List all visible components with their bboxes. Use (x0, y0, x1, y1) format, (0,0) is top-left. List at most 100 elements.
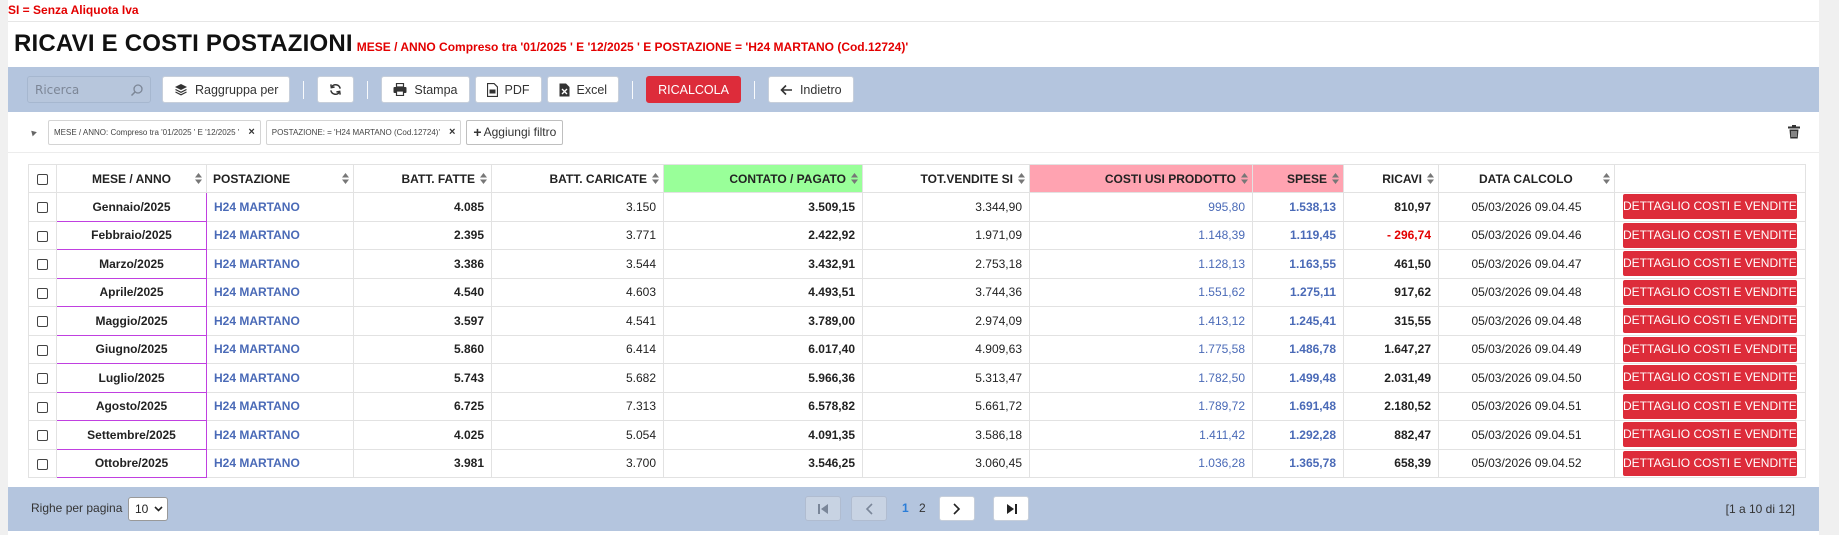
detail-button[interactable]: DETTAGLIO COSTI E VENDITE (1623, 194, 1797, 220)
search-icon[interactable] (130, 83, 144, 97)
search-box[interactable] (27, 76, 151, 103)
sort-icon[interactable] (195, 173, 202, 184)
cell-spese[interactable]: 1.365,78 (1252, 448, 1344, 478)
row-select-cell[interactable] (28, 420, 57, 450)
cell-postazione[interactable]: H24 MARTANO (206, 220, 354, 250)
cell-postazione[interactable]: H24 MARTANO (206, 363, 354, 393)
cell-costi[interactable]: 1.128,13 (1029, 249, 1253, 279)
row-checkbox[interactable] (37, 202, 48, 214)
header-batt-fatte[interactable]: BATT. FATTE (353, 164, 492, 193)
row-select-cell[interactable] (28, 448, 57, 478)
select-all-checkbox[interactable] (37, 173, 48, 185)
cell-costi[interactable]: 1.036,28 (1029, 448, 1253, 478)
row-checkbox[interactable] (37, 373, 48, 385)
cell-postazione[interactable]: H24 MARTANO (206, 306, 354, 336)
row-checkbox[interactable] (37, 316, 48, 328)
cell-postazione[interactable]: H24 MARTANO (206, 391, 354, 421)
header-contato[interactable]: CONTATO / PAGATO (663, 164, 863, 193)
sort-icon[interactable] (1603, 173, 1610, 184)
excel-button[interactable]: Excel (546, 76, 620, 103)
cell-costi[interactable]: 1.789,72 (1029, 391, 1253, 421)
cell-spese[interactable]: 1.275,11 (1252, 277, 1344, 307)
sort-icon[interactable] (1332, 173, 1339, 184)
row-select-cell[interactable] (28, 391, 57, 421)
detail-button[interactable]: DETTAGLIO COSTI E VENDITE (1623, 222, 1797, 248)
rows-per-page-select[interactable]: 10 (128, 497, 168, 521)
row-checkbox[interactable] (37, 344, 48, 356)
detail-button[interactable]: DETTAGLIO COSTI E VENDITE (1623, 393, 1797, 419)
cell-spese[interactable]: 1.499,48 (1252, 363, 1344, 393)
back-button[interactable]: Indietro (767, 76, 854, 103)
cell-spese[interactable]: 1.538,13 (1252, 192, 1344, 222)
cell-postazione[interactable]: H24 MARTANO (206, 334, 354, 364)
detail-button[interactable]: DETTAGLIO COSTI E VENDITE (1623, 308, 1797, 334)
row-select-cell[interactable] (28, 334, 57, 364)
last-page-button[interactable] (993, 496, 1029, 521)
row-checkbox[interactable] (37, 458, 48, 470)
sort-icon[interactable] (652, 173, 659, 184)
header-spese[interactable]: SPESE (1252, 164, 1344, 193)
header-costi[interactable]: COSTI USI PRODOTTO (1029, 164, 1253, 193)
row-checkbox[interactable] (37, 430, 48, 442)
detail-button[interactable]: DETTAGLIO COSTI E VENDITE (1623, 336, 1797, 362)
close-icon[interactable]: × (449, 126, 455, 138)
row-checkbox[interactable] (37, 259, 48, 271)
header-mese[interactable]: MESE / ANNO (56, 164, 207, 193)
row-checkbox[interactable] (37, 287, 48, 299)
detail-button[interactable]: DETTAGLIO COSTI E VENDITE (1623, 450, 1797, 476)
table-row[interactable]: Febbraio/2025 H24 MARTANO 2.395 3.771 2.422,… (28, 220, 1806, 250)
cell-costi[interactable]: 1.782,50 (1029, 363, 1253, 393)
table-row[interactable]: Giugno/2025 H24 MARTANO 5.860 6.414 6.017,40… (28, 334, 1806, 364)
table-row[interactable]: Gennaio/2025 H24 MARTANO 4.085 3.150 3.509,1… (28, 192, 1806, 222)
detail-button[interactable]: DETTAGLIO COSTI E VENDITE (1623, 251, 1797, 277)
row-checkbox[interactable] (37, 230, 48, 242)
refresh-button[interactable] (317, 76, 355, 103)
cell-spese[interactable]: 1.292,28 (1252, 420, 1344, 450)
cell-costi[interactable]: 1.411,42 (1029, 420, 1253, 450)
cell-costi[interactable]: 1.775,58 (1029, 334, 1253, 364)
cell-postazione[interactable]: H24 MARTANO (206, 448, 354, 478)
sort-icon[interactable] (342, 173, 349, 184)
table-row[interactable]: Agosto/2025 H24 MARTANO 6.725 7.313 6.578,82… (28, 391, 1806, 421)
cell-spese[interactable]: 1.163,55 (1252, 249, 1344, 279)
sort-icon[interactable] (1018, 173, 1025, 184)
cell-costi[interactable]: 1.551,62 (1029, 277, 1253, 307)
table-row[interactable]: Maggio/2025 H24 MARTANO 3.597 4.541 3.789,00… (28, 306, 1806, 336)
print-button[interactable]: Stampa (381, 76, 470, 103)
filter-chip-mese[interactable]: MESE / ANNO: Compreso tra '01/2025 ' E '… (48, 119, 261, 145)
group-by-button[interactable]: Raggruppa per (162, 76, 291, 103)
first-page-button[interactable] (805, 496, 841, 521)
detail-button[interactable]: DETTAGLIO COSTI E VENDITE (1623, 365, 1797, 391)
cell-spese[interactable]: 1.119,45 (1252, 220, 1344, 250)
row-select-cell[interactable] (28, 277, 57, 307)
row-checkbox[interactable] (37, 401, 48, 413)
header-ricavi[interactable]: RICAVI (1343, 164, 1439, 193)
row-select-cell[interactable] (28, 192, 57, 222)
header-batt-caricate[interactable]: BATT. CARICATE (491, 164, 664, 193)
pdf-button[interactable]: PDF (474, 76, 542, 103)
cell-postazione[interactable]: H24 MARTANO (206, 277, 354, 307)
table-row[interactable]: Aprile/2025 H24 MARTANO 4.540 4.603 4.493,51… (28, 277, 1806, 307)
detail-button[interactable]: DETTAGLIO COSTI E VENDITE (1623, 422, 1797, 448)
row-select-cell[interactable] (28, 363, 57, 393)
sort-icon[interactable] (480, 173, 487, 184)
row-select-cell[interactable] (28, 249, 57, 279)
sort-icon[interactable] (1427, 173, 1434, 184)
add-filter-button[interactable]: + Aggiungi filtro (466, 119, 564, 145)
table-row[interactable]: Marzo/2025 H24 MARTANO 3.386 3.544 3.432,91 2… (28, 249, 1806, 279)
row-select-cell[interactable] (28, 220, 57, 250)
page-2-link[interactable]: 2 (919, 501, 926, 515)
row-select-cell[interactable] (28, 306, 57, 336)
cell-postazione[interactable]: H24 MARTANO (206, 249, 354, 279)
cell-costi[interactable]: 995,80 (1029, 192, 1253, 222)
select-all-cell[interactable] (28, 164, 57, 193)
table-row[interactable]: Luglio/2025 H24 MARTANO 5.743 5.682 5.966,36… (28, 363, 1806, 393)
search-input[interactable] (35, 82, 127, 97)
table-row[interactable]: Settembre/2025 H24 MARTANO 4.025 5.054 4.091… (28, 420, 1806, 450)
collapse-triangle-icon[interactable] (29, 128, 37, 136)
detail-button[interactable]: DETTAGLIO COSTI E VENDITE (1623, 279, 1797, 305)
close-icon[interactable]: × (248, 126, 254, 138)
filter-chip-postazione[interactable]: POSTAZIONE: = 'H24 MARTANO (Cod.12724)' … (265, 119, 462, 145)
cell-spese[interactable]: 1.486,78 (1252, 334, 1344, 364)
cell-postazione[interactable]: H24 MARTANO (206, 192, 354, 222)
